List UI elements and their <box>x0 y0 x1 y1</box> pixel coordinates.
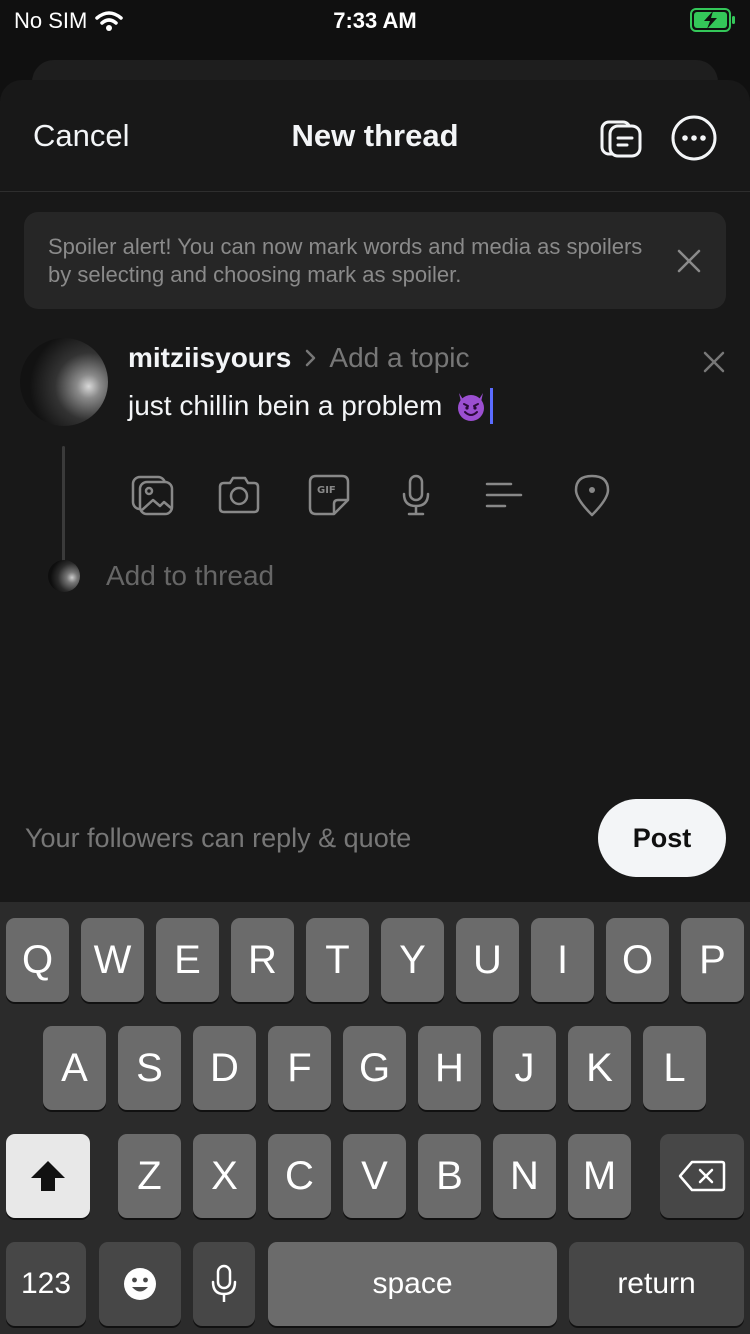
key-a[interactable]: A <box>43 1026 106 1110</box>
spoiler-alert-banner: Spoiler alert! You can now mark words an… <box>24 212 726 309</box>
key-l[interactable]: L <box>643 1026 706 1110</box>
sheet-header: Cancel New thread <box>0 80 750 192</box>
microphone-icon[interactable] <box>393 472 439 518</box>
key-i[interactable]: I <box>531 918 594 1002</box>
space-key[interactable]: space <box>268 1242 557 1326</box>
post-button[interactable]: Post <box>598 799 726 877</box>
poll-icon[interactable] <box>481 472 527 518</box>
status-time: 7:33 AM <box>333 8 417 33</box>
close-icon[interactable] <box>674 246 704 276</box>
numbers-key[interactable]: 123 <box>6 1242 86 1326</box>
reply-setting-button[interactable]: Your followers can reply & quote <box>25 823 411 854</box>
microphone-icon <box>211 1264 237 1302</box>
key-w[interactable]: W <box>81 918 144 1002</box>
remove-post-icon[interactable] <box>700 348 728 376</box>
key-k[interactable]: K <box>568 1026 631 1110</box>
alert-text: Spoiler alert! You can now mark words an… <box>48 234 643 287</box>
camera-icon[interactable] <box>216 472 262 518</box>
smiling-devil-emoji-icon <box>458 393 485 421</box>
key-n[interactable]: N <box>493 1134 556 1218</box>
more-options-icon[interactable] <box>670 114 718 162</box>
compose-sheet: Cancel New thread Spoiler alert! You can… <box>0 80 750 902</box>
username: mitziisyours <box>128 342 292 373</box>
add-to-thread-input[interactable]: Add to thread <box>106 560 274 592</box>
key-g[interactable]: G <box>343 1026 406 1110</box>
location-icon[interactable] <box>569 472 615 518</box>
key-x[interactable]: X <box>193 1134 256 1218</box>
shift-arrow-icon <box>31 1161 65 1191</box>
gif-icon[interactable]: GIF <box>306 472 352 518</box>
key-o[interactable]: O <box>606 918 669 1002</box>
key-y[interactable]: Y <box>381 918 444 1002</box>
key-t[interactable]: T <box>306 918 369 1002</box>
backspace-icon <box>678 1160 726 1192</box>
status-bar: No SIM 7:33 AM <box>0 0 750 42</box>
key-j[interactable]: J <box>493 1026 556 1110</box>
key-b[interactable]: B <box>418 1134 481 1218</box>
battery-charging-icon <box>690 8 735 32</box>
shift-key[interactable] <box>6 1134 90 1218</box>
key-e[interactable]: E <box>156 918 219 1002</box>
text-cursor <box>490 388 494 424</box>
key-m[interactable]: M <box>568 1134 631 1218</box>
key-h[interactable]: H <box>418 1026 481 1110</box>
drafts-icon[interactable] <box>598 114 646 162</box>
emoji-face-icon <box>124 1268 156 1300</box>
keyboard: QWERTYUIOP ASDFGHJKL ZXCVBNM 123 space r… <box>0 902 750 1334</box>
chevron-right-icon <box>306 349 316 367</box>
key-q[interactable]: Q <box>6 918 69 1002</box>
key-f[interactable]: F <box>268 1026 331 1110</box>
key-r[interactable]: R <box>231 918 294 1002</box>
key-p[interactable]: P <box>681 918 744 1002</box>
mini-avatar <box>48 560 80 592</box>
post-text: just chillin bein a problem <box>128 390 443 421</box>
svg-text:GIF: GIF <box>317 485 336 496</box>
thread-connector-line <box>62 446 65 574</box>
key-s[interactable]: S <box>118 1026 181 1110</box>
avatar[interactable] <box>20 338 108 426</box>
post-header: mitziisyours Add a topic <box>128 342 470 374</box>
key-v[interactable]: V <box>343 1134 406 1218</box>
key-z[interactable]: Z <box>118 1134 181 1218</box>
return-key[interactable]: return <box>569 1242 744 1326</box>
gallery-icon[interactable] <box>130 472 176 518</box>
emoji-key[interactable] <box>99 1242 181 1326</box>
dictation-key[interactable] <box>193 1242 255 1326</box>
key-u[interactable]: U <box>456 918 519 1002</box>
key-d[interactable]: D <box>193 1026 256 1110</box>
add-topic-input[interactable]: Add a topic <box>329 342 469 374</box>
post-text-input[interactable]: just chillin bein a problem <box>128 388 494 424</box>
key-c[interactable]: C <box>268 1134 331 1218</box>
delete-key[interactable] <box>660 1134 744 1218</box>
